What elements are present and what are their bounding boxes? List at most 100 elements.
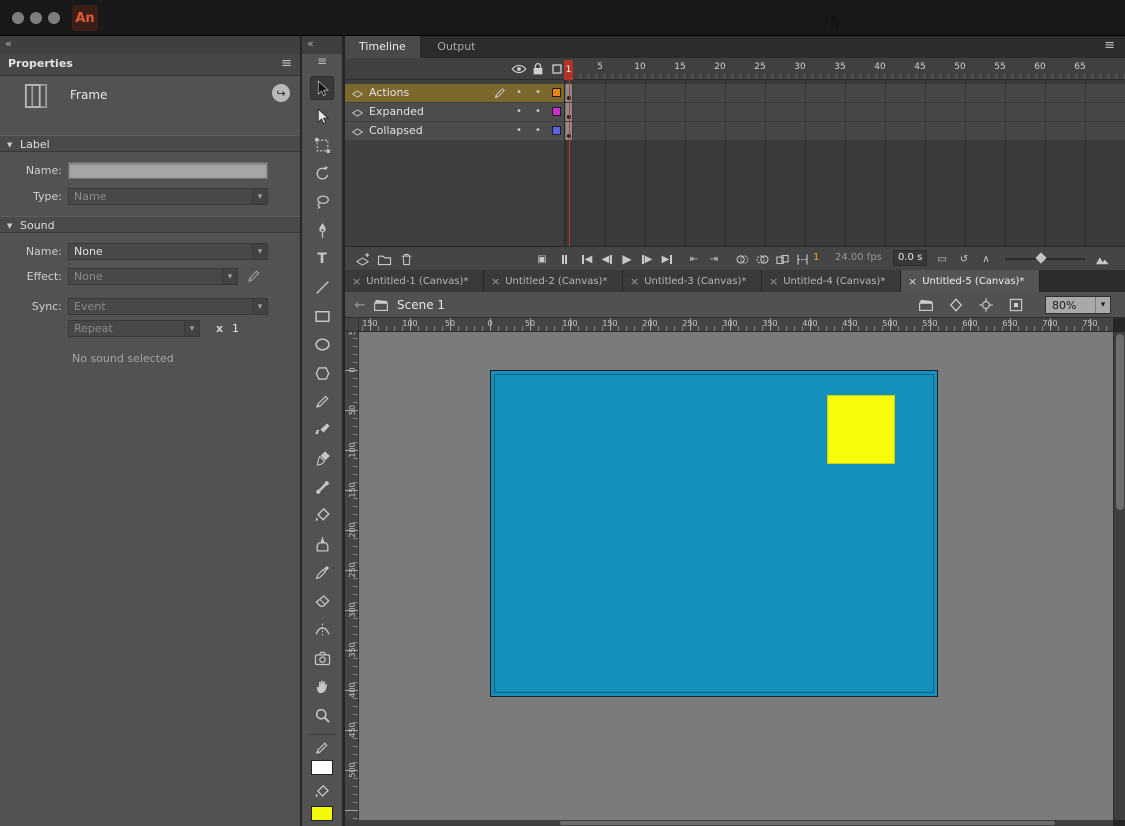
new-folder-button[interactable] bbox=[375, 251, 393, 267]
canvas-pasteboard[interactable] bbox=[359, 332, 1113, 820]
layer-outline-color-swatch[interactable] bbox=[552, 88, 561, 97]
layer-lock-dot[interactable]: • bbox=[533, 122, 543, 140]
vertical-scrollbar[interactable] bbox=[1113, 332, 1125, 820]
center-stage-button[interactable] bbox=[978, 297, 994, 313]
label-section-header[interactable]: ▼ Label bbox=[0, 135, 300, 152]
timeline-panel-menu-icon[interactable]: ≡ bbox=[1104, 38, 1115, 53]
eyedropper-tool[interactable] bbox=[310, 561, 334, 585]
go-to-first-frame-button[interactable]: ◀ bbox=[578, 251, 596, 267]
pen-tool[interactable] bbox=[310, 219, 334, 243]
lock-all-layers-icon[interactable] bbox=[530, 61, 546, 77]
label-name-input[interactable] bbox=[68, 162, 268, 179]
lasso-tool[interactable] bbox=[310, 190, 334, 214]
yellow-rectangle[interactable] bbox=[827, 395, 895, 464]
brush-tool[interactable] bbox=[310, 418, 334, 442]
layer-frames-expanded[interactable] bbox=[565, 103, 1125, 121]
rectangle-tool[interactable] bbox=[310, 304, 334, 328]
close-tab-icon[interactable]: × bbox=[491, 275, 500, 288]
next-keyframe-button[interactable]: ⇥ bbox=[705, 251, 723, 267]
zoom-tool[interactable] bbox=[310, 703, 334, 727]
elapsed-time-indicator[interactable]: 0.0 s bbox=[893, 250, 927, 266]
frame-rate-indicator[interactable]: 24.00 fps bbox=[835, 252, 882, 263]
paint-brush-tool[interactable] bbox=[310, 447, 334, 471]
bone-tool[interactable] bbox=[310, 475, 334, 499]
delete-layer-button[interactable] bbox=[397, 251, 415, 267]
text-tool[interactable]: T bbox=[310, 247, 334, 271]
document-tab-1[interactable]: ×Untitled-1 (Canvas)* bbox=[345, 270, 484, 292]
edit-symbols-button[interactable] bbox=[948, 297, 964, 313]
edit-multiple-frames-button[interactable] bbox=[773, 251, 791, 267]
layer-outline-color-swatch[interactable] bbox=[552, 126, 561, 135]
close-window-button[interactable] bbox=[12, 12, 24, 24]
horizontal-scrollbar-thumb[interactable] bbox=[560, 821, 1055, 825]
3d-rotation-tool[interactable] bbox=[310, 162, 334, 186]
collapse-panel-icon[interactable]: « bbox=[5, 37, 12, 50]
sound-effect-dropdown[interactable]: None ▾ bbox=[68, 268, 238, 285]
sound-name-dropdown[interactable]: None ▾ bbox=[68, 243, 268, 260]
layer-visibility-dot[interactable]: • bbox=[514, 122, 524, 140]
zoom-level-dropdown[interactable]: 80% ▾ bbox=[1045, 296, 1111, 314]
close-tab-icon[interactable]: × bbox=[630, 275, 639, 288]
horizontal-scrollbar[interactable] bbox=[345, 820, 1113, 826]
sound-repeat-dropdown[interactable]: Repeat ▾ bbox=[68, 320, 200, 337]
slider-knob[interactable] bbox=[1035, 252, 1046, 263]
minimize-window-button[interactable] bbox=[30, 12, 42, 24]
camera-tool[interactable] bbox=[310, 646, 334, 670]
scene-name[interactable]: Scene 1 bbox=[397, 292, 445, 318]
tab-timeline[interactable]: Timeline bbox=[345, 36, 420, 58]
free-transform-tool[interactable] bbox=[310, 133, 334, 157]
pause-button[interactable] bbox=[555, 251, 573, 267]
oval-tool[interactable] bbox=[310, 333, 334, 357]
properties-panel-menu-icon[interactable]: ≡ bbox=[281, 56, 292, 71]
paint-bucket-tool[interactable] bbox=[310, 504, 334, 528]
current-frame-indicator[interactable]: 1 bbox=[813, 252, 819, 263]
layer-row-actions[interactable]: Actions•• bbox=[345, 84, 564, 102]
edit-scene-button[interactable] bbox=[918, 297, 934, 313]
label-type-dropdown[interactable]: Name ▾ bbox=[68, 188, 268, 205]
fill-color-swatch[interactable] bbox=[311, 806, 333, 821]
layer-frames-collapsed[interactable] bbox=[565, 122, 1125, 140]
selection-tool[interactable] bbox=[310, 76, 334, 100]
edit-sound-effect-icon[interactable] bbox=[246, 268, 262, 284]
play-button[interactable]: ▶ bbox=[618, 251, 636, 267]
step-forward-button[interactable]: ▶ bbox=[638, 251, 656, 267]
outline-all-layers-icon[interactable] bbox=[549, 61, 565, 77]
modify-markers-button[interactable] bbox=[793, 251, 811, 267]
onion-skin-button[interactable] bbox=[733, 251, 751, 267]
new-layer-button[interactable] bbox=[353, 251, 371, 267]
layer-frames-actions[interactable] bbox=[565, 84, 1125, 102]
layer-lock-dot[interactable]: • bbox=[533, 84, 543, 102]
swap-button[interactable]: ↪ bbox=[272, 84, 290, 102]
layer-row-collapsed[interactable]: Collapsed•• bbox=[345, 122, 564, 140]
close-tab-icon[interactable]: × bbox=[352, 275, 361, 288]
timeline-zoom-slider[interactable] bbox=[1005, 258, 1085, 260]
tab-properties[interactable]: Properties bbox=[8, 57, 73, 70]
width-tool[interactable] bbox=[310, 618, 334, 642]
step-back-button[interactable]: ◀ bbox=[598, 251, 616, 267]
center-frame-button[interactable]: ▣ bbox=[533, 251, 551, 267]
close-tab-icon[interactable]: × bbox=[769, 275, 778, 288]
vertical-scrollbar-thumb[interactable] bbox=[1116, 334, 1124, 510]
previous-keyframe-button[interactable]: ⇤ bbox=[685, 251, 703, 267]
layer-lock-dot[interactable]: • bbox=[533, 103, 543, 121]
document-tab-4[interactable]: ×Untitled-4 (Canvas)* bbox=[762, 270, 901, 292]
polystar-tool[interactable] bbox=[310, 361, 334, 385]
sound-section-header[interactable]: ▼ Sound bbox=[0, 216, 300, 233]
subselection-tool[interactable] bbox=[310, 105, 334, 129]
document-tab-2[interactable]: ×Untitled-2 (Canvas)* bbox=[484, 270, 623, 292]
back-button[interactable]: ← bbox=[351, 296, 369, 314]
sound-sync-dropdown[interactable]: Event ▾ bbox=[68, 298, 268, 315]
ink-bottle-tool[interactable] bbox=[310, 532, 334, 556]
layer-visibility-dot[interactable]: • bbox=[514, 84, 524, 102]
timeline-options-button[interactable]: ∧ bbox=[977, 251, 995, 267]
layer-visibility-dot[interactable]: • bbox=[514, 103, 524, 121]
clip-content-button[interactable] bbox=[1008, 297, 1024, 313]
stroke-color-swatch[interactable] bbox=[311, 760, 333, 775]
hand-tool[interactable] bbox=[310, 675, 334, 699]
reset-timeline-zoom-button[interactable]: ↺ bbox=[955, 251, 973, 267]
pencil-tool[interactable] bbox=[310, 390, 334, 414]
playhead[interactable]: 1 bbox=[564, 60, 573, 80]
go-to-last-frame-button[interactable]: ▶ bbox=[658, 251, 676, 267]
timeline-ruler[interactable]: 1 5101520253035404550556065 bbox=[345, 58, 1125, 80]
stage[interactable] bbox=[490, 370, 938, 697]
